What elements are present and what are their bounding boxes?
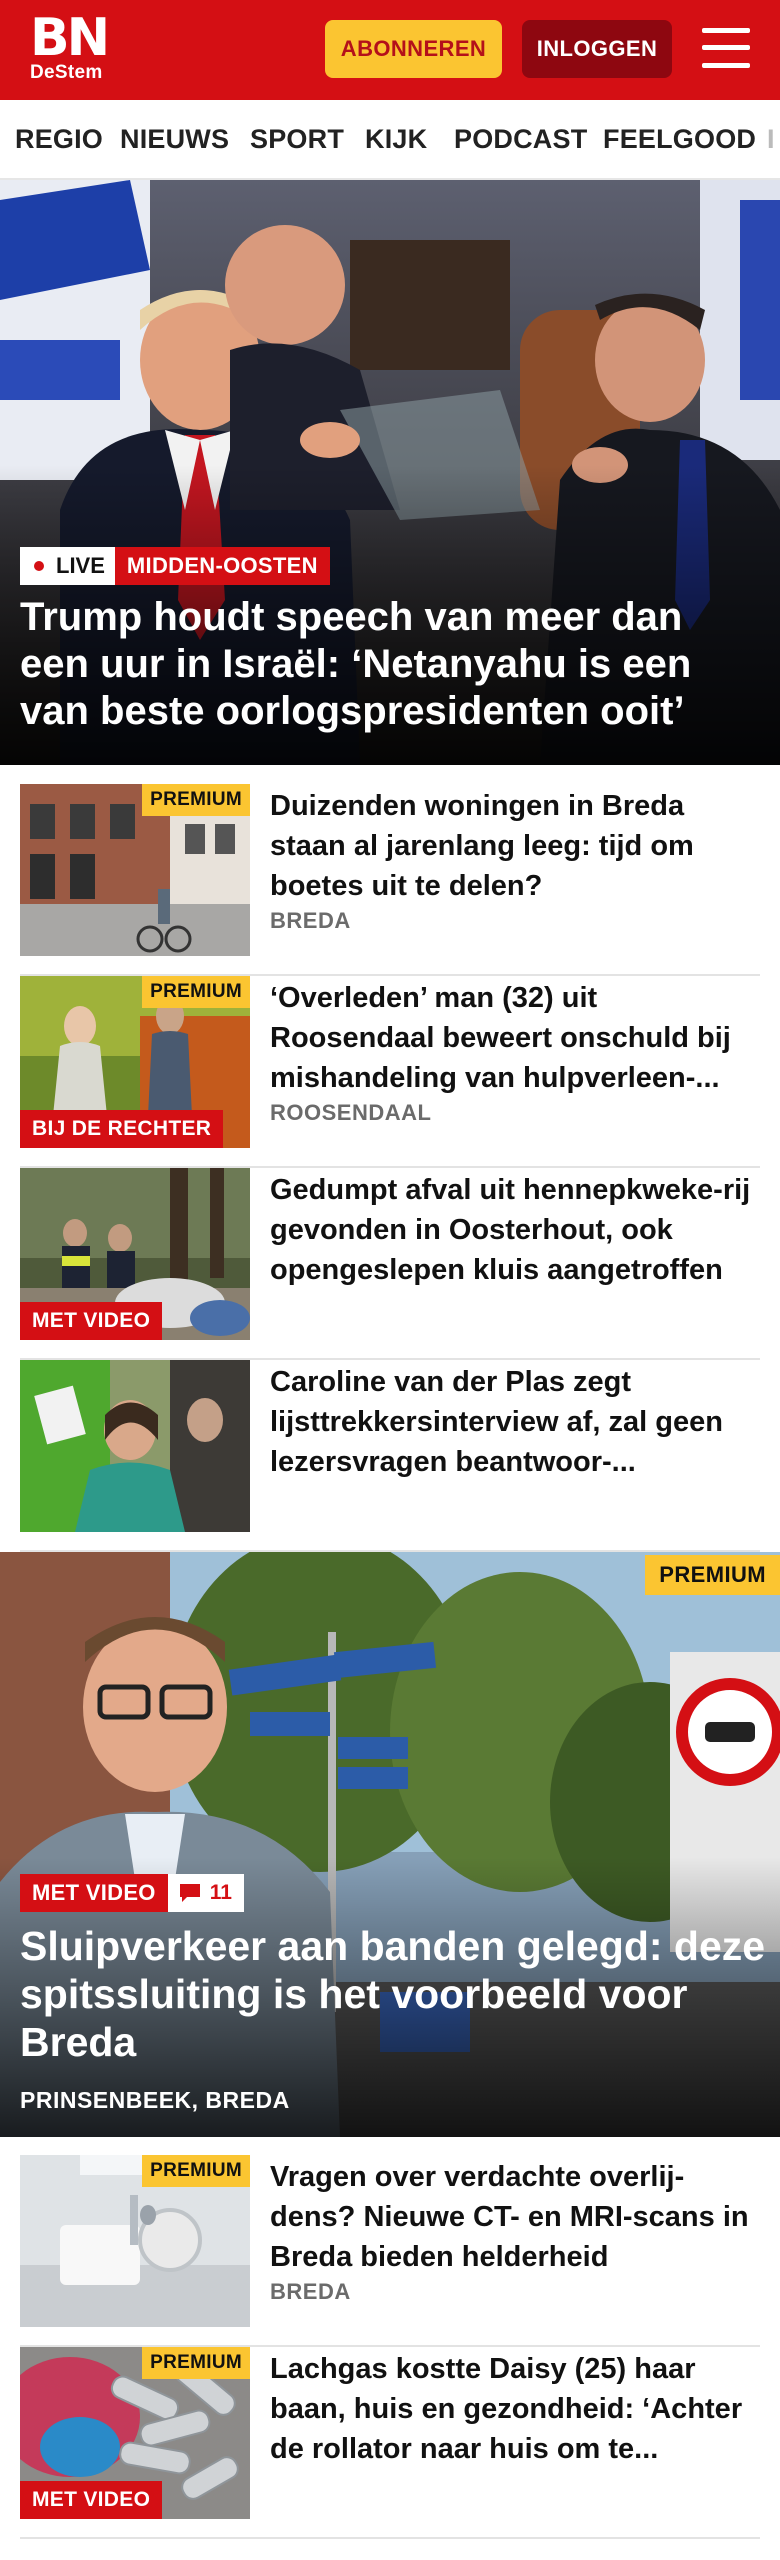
- article-title[interactable]: Vragen over verdachte overlij-dens? Nieu…: [270, 2157, 760, 2277]
- feature-location: PRINSENBEEK, BREDA: [20, 2087, 290, 2113]
- main-navigation: REGIO NIEUWS SPORT KIJK PODCAST FEELGOOD…: [0, 100, 780, 180]
- article-title[interactable]: ‘Overleden’ man (32) uit Roosendaal bewe…: [270, 978, 760, 1098]
- nav-item-more[interactable]: I: [767, 100, 775, 178]
- article-item[interactable]: MET VIDEO Gedumpt afval uit hennepkweke-…: [20, 1168, 760, 1360]
- hero-tags: LIVE MIDDEN-OOSTEN: [20, 547, 330, 585]
- comment-icon: [179, 1884, 200, 1902]
- article-item[interactable]: PREMIUM BIJ DE RECHTER ‘Overleden’ man (…: [20, 976, 760, 1168]
- article-item[interactable]: PREMIUM MET VIDEO Lachgas kostte Daisy (…: [20, 2347, 760, 2539]
- section-badge: BIJ DE RECHTER: [20, 1110, 224, 1148]
- logo-main-text: BN: [30, 8, 110, 68]
- video-badge: MET VIDEO: [20, 1302, 163, 1340]
- live-badge: LIVE: [20, 547, 115, 585]
- article-thumbnail: [20, 1360, 250, 1532]
- site-logo[interactable]: BN DeStem: [30, 8, 110, 84]
- feature-article[interactable]: PREMIUM MET VIDEO 11 Sluipverkeer aan ba…: [0, 1552, 780, 2137]
- hero-headline[interactable]: Trump houdt speech van meer dan een uur …: [20, 594, 740, 735]
- premium-badge: PREMIUM: [142, 784, 250, 816]
- feature-headline[interactable]: Sluipverkeer aan banden gelegd: deze spi…: [20, 1922, 770, 2066]
- article-item[interactable]: Caroline van der Plas zegt lijsttrekkers…: [20, 1360, 760, 1552]
- article-thumbnail: PREMIUM BIJ DE RECHTER: [20, 976, 250, 1148]
- article-thumbnail: MET VIDEO: [20, 1168, 250, 1340]
- article-thumbnail: PREMIUM: [20, 784, 250, 956]
- video-badge: MET VIDEO: [20, 1874, 168, 1912]
- hamburger-menu-icon[interactable]: [702, 28, 750, 68]
- nav-item-podcast[interactable]: PODCAST: [454, 100, 587, 178]
- article-item[interactable]: PREMIUM Vragen over verdachte overlij-de…: [20, 2155, 760, 2347]
- nav-item-sport[interactable]: SPORT: [250, 100, 344, 178]
- category-badge[interactable]: MIDDEN-OOSTEN: [114, 547, 330, 585]
- hero-article[interactable]: LIVE MIDDEN-OOSTEN Trump houdt speech va…: [0, 180, 780, 765]
- article-location: ROOSENDAAL: [270, 1100, 432, 1125]
- article-title[interactable]: Duizenden woningen in Breda staan al jar…: [270, 786, 760, 906]
- video-badge: MET VIDEO: [20, 2481, 163, 2519]
- nav-item-feelgood[interactable]: FEELGOOD: [603, 100, 756, 178]
- article-title[interactable]: Caroline van der Plas zegt lijsttrekkers…: [270, 1362, 760, 1482]
- article-title[interactable]: Gedumpt afval uit hennepkweke-rij gevond…: [270, 1170, 760, 1290]
- live-dot-icon: [34, 561, 44, 571]
- top-bar: BN DeStem ABONNEREN INLOGGEN: [0, 0, 780, 100]
- article-thumbnail: PREMIUM: [20, 2155, 250, 2327]
- article-location: BREDA: [270, 2279, 351, 2304]
- article-thumbnail: PREMIUM MET VIDEO: [20, 2347, 250, 2519]
- article-item[interactable]: PREMIUM Duizenden woningen in Breda staa…: [20, 784, 760, 976]
- nav-item-kijk[interactable]: KIJK: [365, 100, 427, 178]
- nav-item-nieuws[interactable]: NIEUWS: [120, 100, 229, 178]
- comment-count-badge[interactable]: 11: [167, 1874, 244, 1912]
- live-label: LIVE: [56, 553, 105, 578]
- premium-badge: PREMIUM: [645, 1555, 780, 1595]
- logo-sub-text: DeStem: [30, 62, 103, 83]
- login-button[interactable]: INLOGGEN: [522, 20, 672, 78]
- premium-badge: PREMIUM: [142, 2347, 250, 2379]
- nav-item-regio[interactable]: REGIO: [15, 100, 103, 178]
- premium-badge: PREMIUM: [142, 976, 250, 1008]
- subscribe-button[interactable]: ABONNEREN: [325, 20, 502, 78]
- article-title[interactable]: Lachgas kostte Daisy (25) haar baan, hui…: [270, 2349, 760, 2469]
- feature-tags: MET VIDEO 11: [20, 1874, 244, 1912]
- article-location: BREDA: [270, 908, 351, 933]
- premium-badge: PREMIUM: [142, 2155, 250, 2187]
- comment-count: 11: [209, 1881, 232, 1904]
